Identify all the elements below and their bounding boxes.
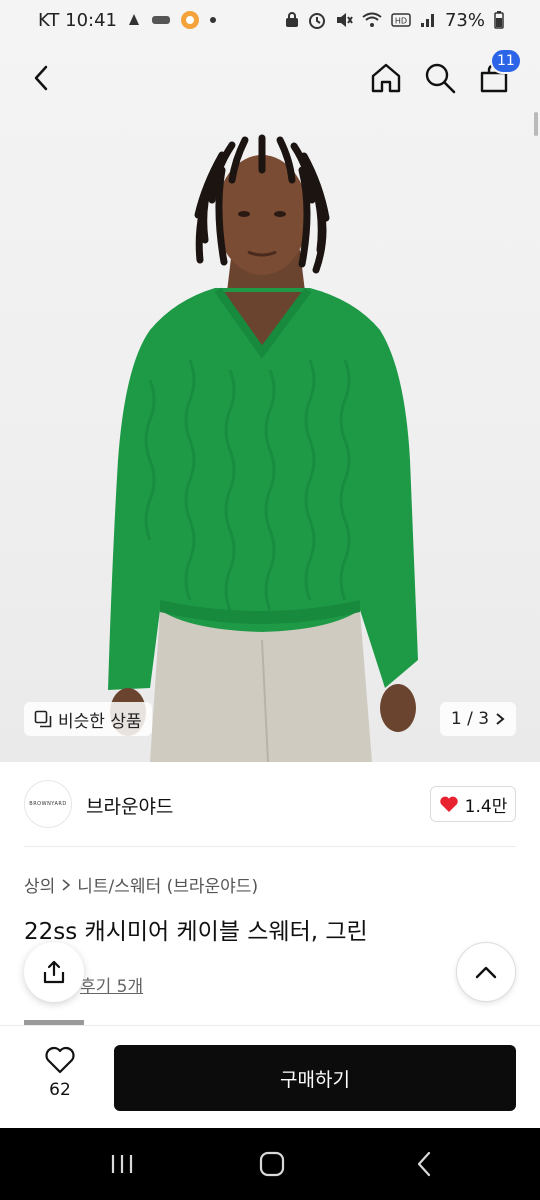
app-badge-icon	[180, 10, 200, 30]
cart-count-badge: 11	[490, 48, 522, 74]
back-icon	[34, 65, 48, 91]
home-icon	[371, 63, 401, 93]
seller-avatar-logo: BROWNYARD	[29, 801, 67, 807]
search-button[interactable]	[418, 56, 462, 100]
product-title: 22ss 캐시미어 케이블 스웨터, 그린	[24, 919, 368, 945]
battery-icon	[494, 11, 504, 29]
search-icon	[425, 63, 456, 94]
similar-products-label: 비슷한 상품	[58, 711, 142, 732]
seller-name[interactable]: 브라운야드	[86, 792, 173, 819]
similar-products-button[interactable]: 비슷한 상품	[24, 702, 152, 736]
wishlist-count: 62	[49, 1080, 71, 1100]
page-indicator-text: 1 / 3	[450, 709, 490, 729]
reviews-link[interactable]: 후기 5개	[80, 972, 143, 997]
chevron-right-icon	[62, 878, 71, 891]
home-square-icon	[259, 1151, 285, 1177]
chevron-right-icon	[496, 713, 505, 725]
share-icon	[43, 960, 65, 984]
signal-icon	[420, 12, 436, 28]
system-back-button[interactable]	[400, 1146, 448, 1182]
copy-icon	[34, 710, 52, 728]
product-image[interactable]	[0, 0, 540, 762]
heart-icon	[439, 796, 458, 812]
breadcrumb-category[interactable]: 상의	[24, 872, 55, 897]
chevron-up-icon	[475, 966, 497, 979]
model-photo	[108, 134, 418, 762]
svg-text:HD: HD	[395, 17, 407, 26]
status-bar: KT 10:41 HD 73%	[0, 0, 540, 40]
system-back-icon	[417, 1151, 431, 1177]
mute-icon	[335, 11, 353, 29]
product-screen: KT 10:41 HD 73% 11 비슷한 상품 1 / 3 BROWNYAR…	[0, 0, 540, 1200]
buy-button[interactable]: 구매하기	[114, 1045, 516, 1111]
notification-icon	[126, 12, 142, 28]
share-button[interactable]	[24, 942, 84, 1002]
more-dot-icon	[209, 16, 217, 24]
seller-row[interactable]: BROWNYARD 브라운야드 1.4만	[0, 762, 540, 846]
carrier-time: KT 10:41	[38, 9, 117, 31]
app-notification-icon	[151, 13, 171, 27]
back-button[interactable]	[20, 56, 64, 100]
breadcrumb: 상의 니트/스웨터 (브라운야드)	[24, 872, 258, 897]
heart-outline-icon	[45, 1046, 75, 1074]
battery-percent: 73%	[444, 9, 485, 31]
scroll-top-button[interactable]	[456, 942, 516, 1002]
seller-like-button[interactable]: 1.4만	[430, 786, 516, 822]
home-button[interactable]	[364, 56, 408, 100]
recents-icon	[111, 1155, 133, 1173]
image-page-indicator[interactable]: 1 / 3	[440, 702, 516, 736]
system-nav-bar	[0, 1128, 540, 1200]
wifi-icon	[362, 12, 382, 28]
bottom-action-bar: 62 구매하기	[0, 1025, 540, 1128]
scrollbar[interactable]	[534, 112, 538, 136]
recent-apps-button[interactable]	[98, 1146, 146, 1182]
seller-like-count: 1.4만	[464, 796, 508, 817]
hd-icon: HD	[391, 12, 411, 28]
seller-avatar[interactable]: BROWNYARD	[24, 780, 72, 828]
alarm-icon	[308, 11, 326, 29]
app-header: 11	[0, 48, 540, 110]
cart-button[interactable]: 11	[472, 48, 522, 100]
breadcrumb-subcategory[interactable]: 니트/스웨터 (브라운야드)	[77, 872, 258, 897]
lock-icon	[285, 12, 299, 28]
system-home-button[interactable]	[248, 1146, 296, 1182]
wishlist-button[interactable]: 62	[30, 1046, 90, 1110]
divider	[24, 846, 516, 847]
